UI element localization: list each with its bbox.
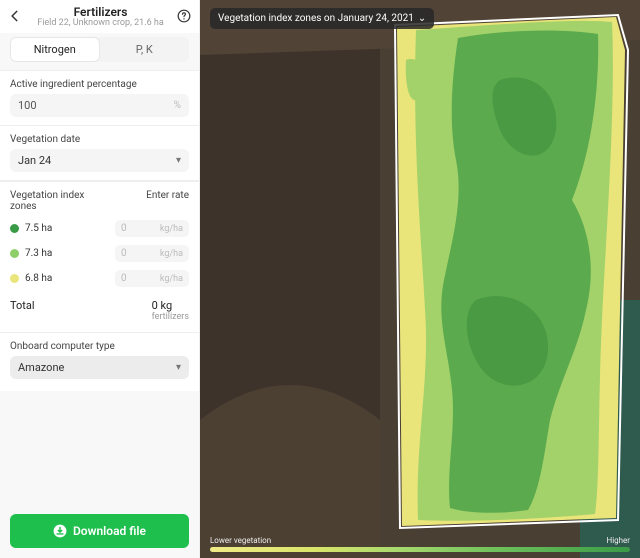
- download-button[interactable]: Download file: [10, 514, 189, 548]
- rate-input[interactable]: 0 kg/ha: [115, 245, 189, 262]
- rate-input[interactable]: 0 kg/ha: [115, 220, 189, 237]
- zones-header: Vegetation index zones Enter rate: [0, 181, 199, 216]
- ingredient-panel: Active ingredient percentage 100 %: [0, 70, 199, 126]
- sidebar: Fertilizers Field 22, Unknown crop, 21.6…: [0, 0, 200, 558]
- chip-label: Vegetation index zones on January 24, 20…: [218, 13, 414, 24]
- onboard-value: Amazone: [18, 361, 176, 374]
- ingredient-input[interactable]: 100 %: [10, 94, 189, 117]
- download-icon: [53, 524, 67, 538]
- chevron-down-icon: ▾: [176, 362, 181, 373]
- vegdate-select[interactable]: Jan 24 ▾: [10, 149, 189, 172]
- rate-unit: kg/ha: [160, 224, 183, 234]
- zones-head-right: Enter rate: [146, 190, 189, 212]
- panel-header: Fertilizers Field 22, Unknown crop, 21.6…: [0, 0, 199, 33]
- onboard-select[interactable]: Amazone ▾: [10, 356, 189, 379]
- zone-row: 7.3 ha 0 kg/ha: [0, 241, 199, 266]
- ingredient-label: Active ingredient percentage: [10, 79, 189, 90]
- back-button[interactable]: [8, 8, 26, 27]
- onboard-label: Onboard computer type: [10, 341, 189, 352]
- zone-size: 7.3 ha: [25, 248, 115, 259]
- download-label: Download file: [73, 524, 146, 538]
- legend-low: Lower vegetation: [210, 536, 271, 545]
- zone-row: 6.8 ha 0 kg/ha: [0, 266, 199, 291]
- map-mode-chip[interactable]: Vegetation index zones on January 24, 20…: [210, 8, 434, 29]
- legend: Lower vegetation Higher: [210, 536, 630, 552]
- tab-nitrogen[interactable]: Nitrogen: [10, 37, 100, 62]
- rate-input[interactable]: 0 kg/ha: [115, 270, 189, 287]
- rate-placeholder: 0: [121, 248, 160, 259]
- zone-size: 6.8 ha: [25, 273, 115, 284]
- zones-head-left: Vegetation index zones: [10, 190, 90, 212]
- rate-unit: kg/ha: [160, 249, 183, 259]
- ingredient-unit: %: [174, 100, 181, 111]
- zone-color-icon: [10, 249, 19, 258]
- spacer: [0, 391, 199, 506]
- help-icon: [177, 9, 191, 23]
- map-svg: [200, 0, 640, 558]
- zone-color-icon: [10, 224, 19, 233]
- total-value: 0 kg: [152, 299, 173, 312]
- rate-placeholder: 0: [121, 223, 160, 234]
- help-button[interactable]: [175, 8, 191, 27]
- onboard-panel: Onboard computer type Amazone ▾: [0, 333, 199, 391]
- zone-size: 7.5 ha: [25, 223, 115, 234]
- panel-subtitle: Field 22, Unknown crop, 21.6 ha: [26, 19, 175, 29]
- legend-bar: [210, 547, 630, 552]
- zone-row: 7.5 ha 0 kg/ha: [0, 216, 199, 241]
- tabs: Nitrogen P, K: [10, 37, 189, 62]
- rate-placeholder: 0: [121, 273, 160, 284]
- legend-high: Higher: [606, 536, 630, 545]
- total-row: Total 0 kg fertilizers: [0, 291, 199, 333]
- tab-pk[interactable]: P, K: [100, 37, 190, 62]
- vegdate-label: Vegetation date: [10, 134, 189, 145]
- arrow-left-icon: [8, 9, 22, 23]
- chevron-down-icon: ▾: [176, 155, 181, 166]
- rate-unit: kg/ha: [160, 274, 183, 284]
- zone-color-icon: [10, 274, 19, 283]
- chevron-down-icon: ⌄: [418, 13, 426, 24]
- vegdate-value: Jan 24: [18, 154, 176, 167]
- total-sub: fertilizers: [152, 312, 189, 322]
- total-label: Total: [10, 299, 152, 322]
- map-area[interactable]: Vegetation index zones on January 24, 20…: [200, 0, 640, 558]
- vegdate-panel: Vegetation date Jan 24 ▾: [0, 126, 199, 181]
- ingredient-value: 100: [18, 99, 174, 112]
